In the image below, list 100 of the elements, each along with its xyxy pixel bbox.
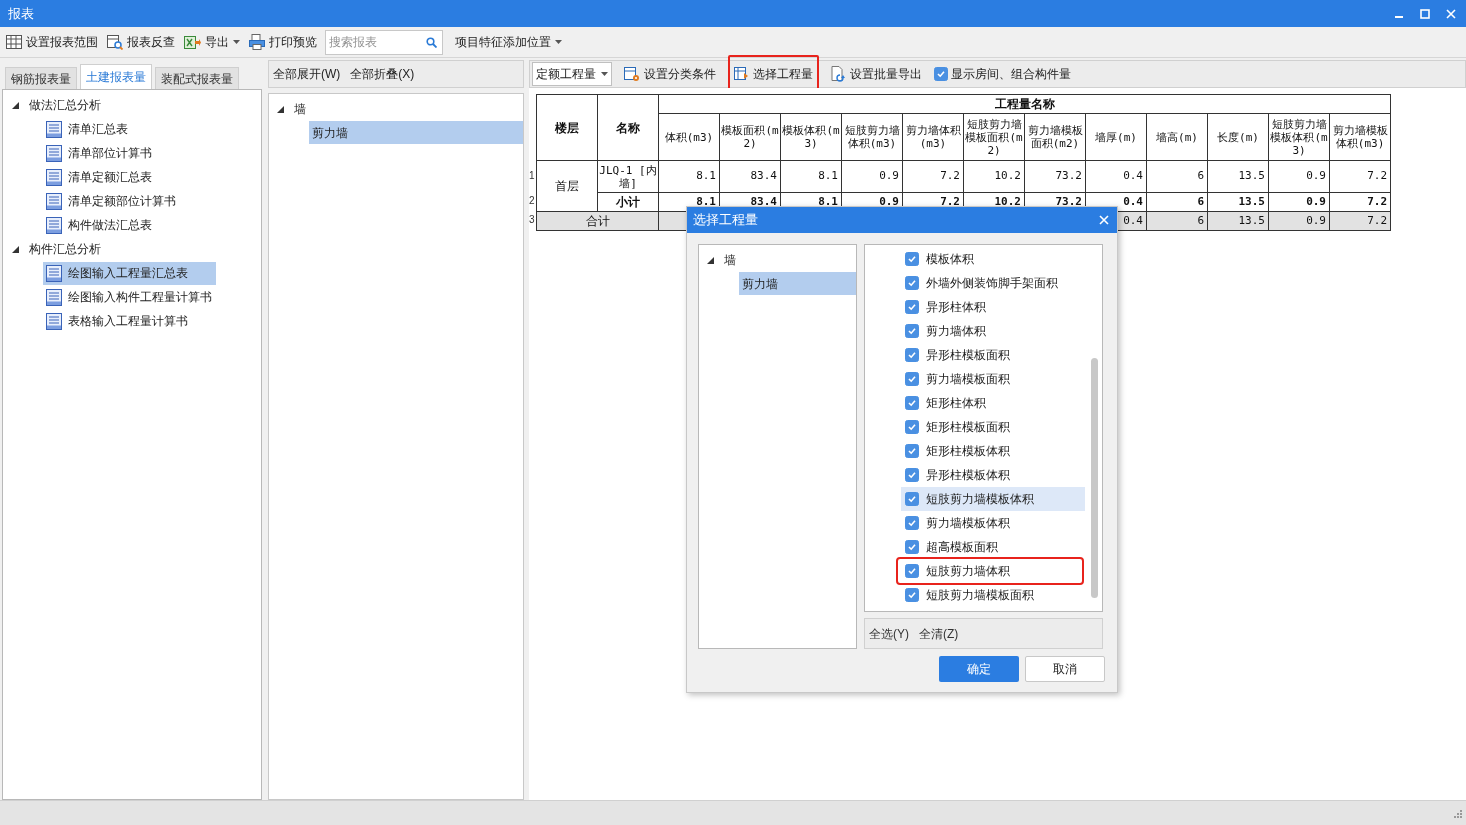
window-title: 报表	[8, 4, 34, 23]
quantity-option-label[interactable]: 剪力墙模板面积	[926, 370, 1010, 388]
dialog-title: 选择工程量	[693, 211, 758, 230]
expand-triangle-icon[interactable]	[707, 256, 714, 264]
row-number: 2	[529, 194, 536, 208]
maximize-icon[interactable]	[1420, 8, 1430, 19]
tab[interactable]: 土建报表量	[80, 64, 152, 89]
quantity-option-label[interactable]: 异形柱模板面积	[926, 346, 1010, 364]
checkbox[interactable]	[905, 324, 919, 338]
number-cell: 0.4	[1085, 160, 1147, 193]
dropdown-button[interactable]: 项目特征添加位置	[454, 29, 563, 55]
list-document-icon	[46, 288, 62, 306]
column-header: 短肢剪力墙模板面积(m2)	[963, 113, 1025, 161]
dropdown-button[interactable]: 导出	[183, 29, 241, 55]
column-header: 剪力墙模板面积(m2)	[1024, 113, 1086, 161]
report-tree-item[interactable]: 表格输入工程量计算书	[43, 309, 192, 333]
checkbox[interactable]	[905, 516, 919, 530]
close-icon[interactable]	[1099, 215, 1109, 225]
checkbox[interactable]	[905, 444, 919, 458]
tree-group-label[interactable]: 墙	[294, 100, 306, 118]
tree-group-label[interactable]: 做法汇总分析	[29, 96, 101, 114]
number-cell: 73.2	[1024, 160, 1086, 193]
checkbox[interactable]	[905, 396, 919, 410]
resize-grip-icon[interactable]	[1452, 808, 1462, 818]
checkbox[interactable]	[905, 252, 919, 266]
quantity-option-label[interactable]: 短肢剪力墙体积	[926, 562, 1010, 580]
checkbox[interactable]	[905, 420, 919, 434]
report-tree-item[interactable]: 绘图输入构件工程量计算书	[43, 285, 216, 309]
checkbox[interactable]	[905, 468, 919, 482]
number-cell: 83.4	[719, 160, 781, 193]
checkbox[interactable]	[905, 300, 919, 314]
column-header: 短肢剪力墙模板体积(m3)	[1268, 113, 1330, 161]
checkbox[interactable]	[905, 276, 919, 290]
toolbar-button[interactable]: 报表反查	[106, 29, 176, 55]
number-cell: 13.5	[1207, 192, 1269, 212]
quantity-option-label[interactable]: 剪力墙模板体积	[926, 514, 1010, 532]
toolbar-button[interactable]: 设置分类条件	[622, 62, 718, 86]
toolbar-button[interactable]: 设置批量导出	[829, 62, 924, 86]
search-field[interactable]: 搜索报表	[325, 29, 443, 55]
select-field[interactable]: 定额工程量	[532, 62, 612, 86]
report-tree-item[interactable]: 构件做法汇总表	[43, 213, 156, 237]
report-tree-item[interactable]: 清单部位计算书	[43, 141, 156, 165]
quantity-option-label[interactable]: 矩形柱模板体积	[926, 442, 1010, 460]
expand-triangle-icon[interactable]	[12, 101, 19, 109]
report-tree-item[interactable]: 清单定额部位计算书	[43, 189, 180, 213]
checkbox-option[interactable]: 显示房间、组合构件量	[934, 62, 1071, 86]
quantity-option-label[interactable]: 短肢剪力墙模板面积	[926, 586, 1034, 604]
select-action-button[interactable]: 全选(Y)	[869, 624, 909, 643]
toolbar-button[interactable]: 打印预览	[248, 29, 318, 55]
tab[interactable]: 装配式报表量	[155, 67, 239, 89]
tree-action-button[interactable]: 全部展开(W)	[273, 65, 341, 83]
number-cell: 6	[1146, 192, 1208, 212]
expand-triangle-icon[interactable]	[277, 105, 284, 113]
column-header: 名称	[597, 94, 659, 161]
tree-group-label[interactable]: 墙	[724, 251, 736, 269]
tree-group-label[interactable]: 构件汇总分析	[29, 240, 101, 258]
checkbox[interactable]	[905, 492, 919, 506]
scrollbar-thumb[interactable]	[1091, 358, 1098, 598]
checkbox[interactable]	[905, 372, 919, 386]
confirm-button[interactable]: 确定	[939, 656, 1019, 682]
column-header: 短肢剪力墙体积(m3)	[841, 113, 903, 161]
column-header: 墙厚(m)	[1085, 113, 1147, 161]
number-cell: 10.2	[963, 160, 1025, 193]
quantity-option-label[interactable]: 异形柱模板体积	[926, 466, 1010, 484]
column-header: 剪力墙体积(m3)	[902, 113, 964, 161]
column-header: 剪力墙模板体积(m3)	[1329, 113, 1391, 161]
number-cell: 8.1	[658, 160, 720, 193]
quantity-option-label[interactable]: 异形柱体积	[926, 298, 986, 316]
report-tree-item[interactable]: 清单汇总表	[43, 117, 132, 141]
checkbox[interactable]	[905, 588, 919, 602]
number-cell: 6	[1146, 160, 1208, 193]
checkbox[interactable]	[905, 564, 919, 578]
checkbox[interactable]	[905, 540, 919, 554]
tree-item[interactable]: 剪力墙	[739, 272, 856, 295]
checkbox[interactable]	[905, 348, 919, 362]
row-number: 3	[529, 213, 536, 227]
quantity-option-label[interactable]: 模板体积	[926, 250, 974, 268]
number-cell: 8.1	[780, 160, 842, 193]
quantity-option-label[interactable]: 超高模板面积	[926, 538, 998, 556]
quantity-option-label[interactable]: 外墙外侧装饰脚手架面积	[926, 274, 1058, 292]
toolbar-button[interactable]: 设置报表范围	[5, 29, 99, 55]
select-action-button[interactable]: 全清(Z)	[919, 624, 959, 643]
tree-item[interactable]: 剪力墙	[309, 121, 523, 144]
column-header: 模板体积(m3)	[780, 113, 842, 161]
quantity-option-label[interactable]: 矩形柱体积	[926, 394, 986, 412]
row-number: 1	[529, 168, 536, 183]
tab[interactable]: 钢筋报表量	[5, 67, 77, 89]
close-icon[interactable]	[1446, 8, 1456, 19]
caret-icon	[555, 40, 562, 44]
document-refresh-icon	[831, 66, 846, 82]
expand-triangle-icon[interactable]	[12, 245, 19, 253]
tree-action-button[interactable]: 全部折叠(X)	[350, 65, 415, 83]
list-document-icon	[46, 144, 62, 162]
quantity-option-label[interactable]: 剪力墙体积	[926, 322, 986, 340]
report-tree-item[interactable]: 清单定额汇总表	[43, 165, 156, 189]
cancel-button[interactable]: 取消	[1025, 656, 1105, 682]
checkbox[interactable]	[934, 67, 948, 81]
number-cell: 7.2	[902, 160, 964, 193]
quantity-option-label[interactable]: 矩形柱模板面积	[926, 418, 1010, 436]
report-tree-item[interactable]: 绘图输入工程量汇总表	[43, 261, 216, 285]
